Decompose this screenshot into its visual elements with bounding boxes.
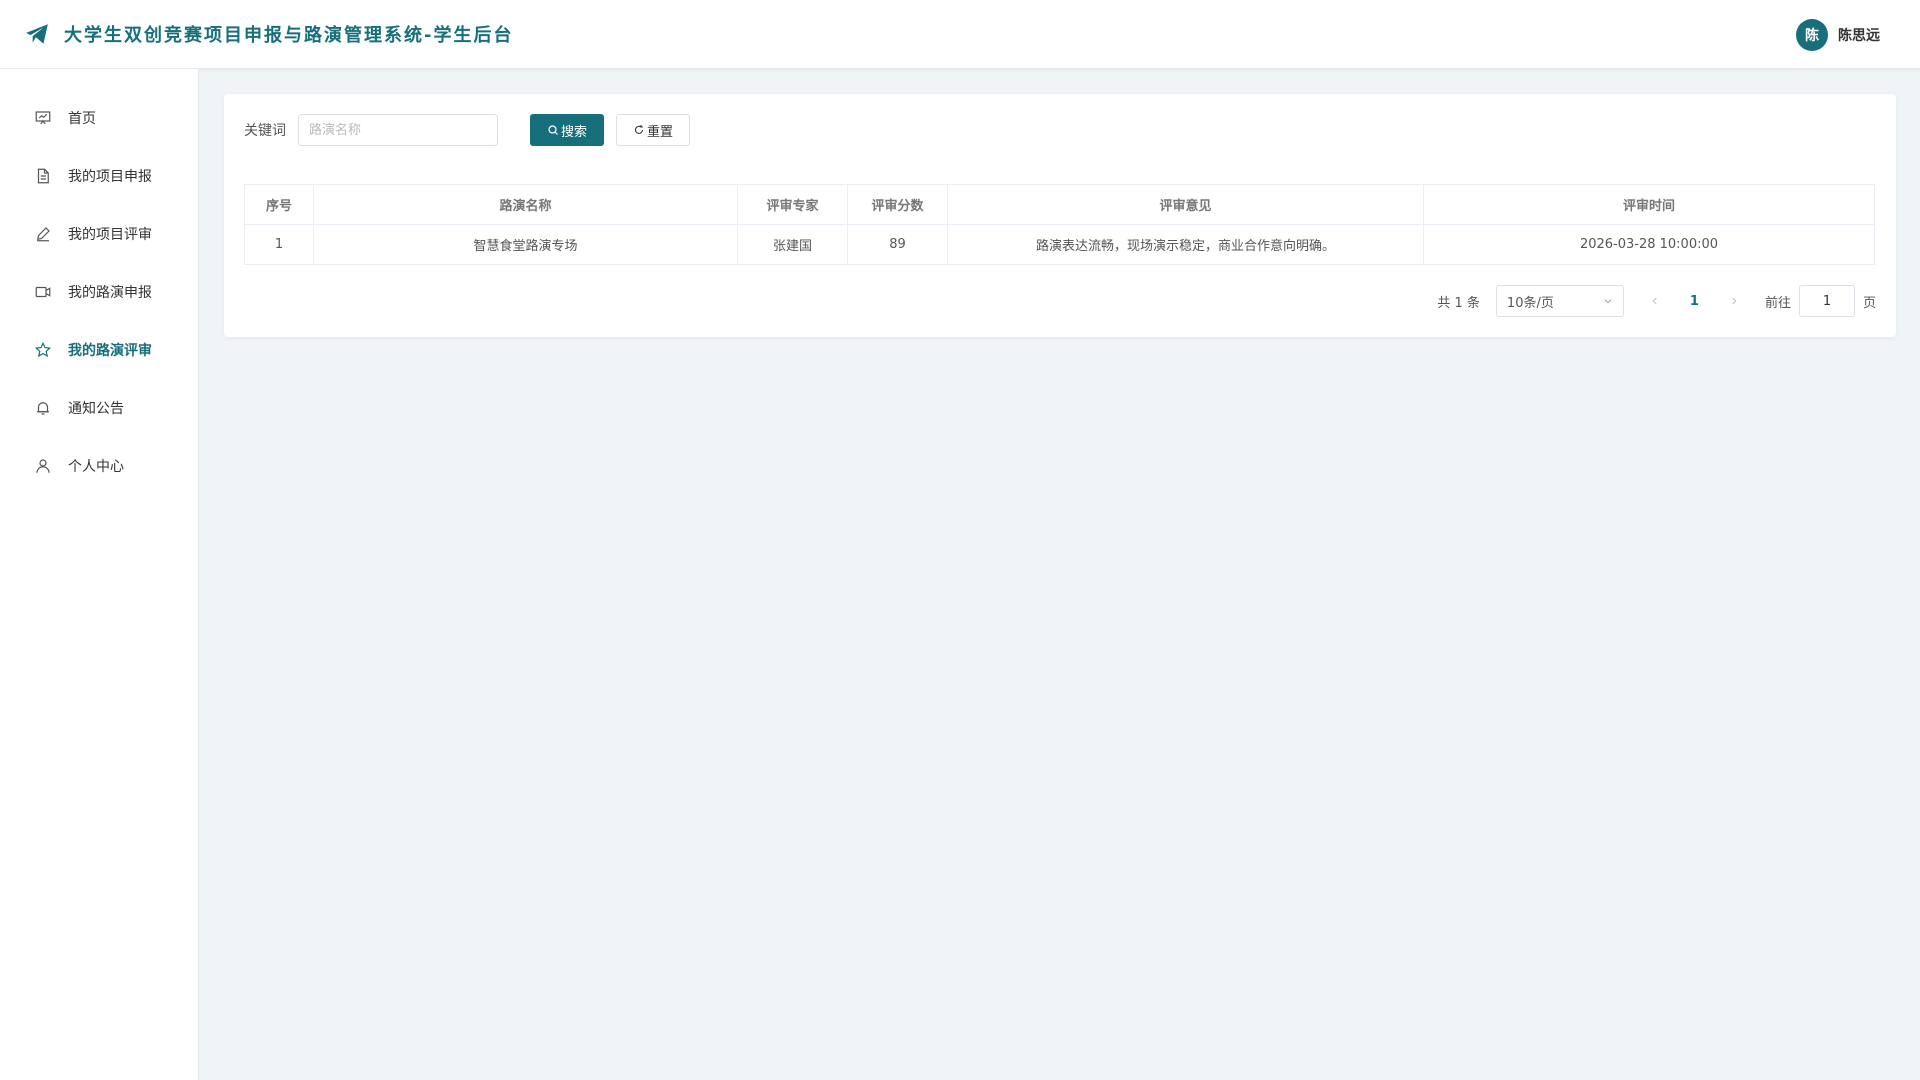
column-header: 评审意见 [947, 184, 1424, 225]
star-icon [34, 341, 52, 359]
chevron-left-icon [1652, 297, 1657, 305]
search-icon [548, 125, 558, 135]
pen-icon [34, 225, 52, 243]
column-header: 评审分数 [847, 184, 948, 225]
search-input[interactable] [298, 114, 498, 146]
table-row: 1 智慧食堂路演专场 张建国 89 路演表达流畅，现场演示稳定，商业合作意向明确… [244, 224, 1875, 265]
document-icon [34, 167, 52, 185]
sidebar: 首页 我的项目申报 我的项目评审 我的路演申报 我的路演评审 通知公告 个人中心 [0, 69, 199, 1080]
total-count: 共 1 条 [1437, 295, 1480, 311]
sidebar-item-my-roadshow-review[interactable]: 我的路演评审 [0, 321, 198, 379]
review-table: 序号 路演名称 评审专家 评审分数 评审意见 评审时间 1 智慧食堂路演专场 张… [244, 184, 1875, 265]
goto-label: 前往 [1764, 295, 1791, 311]
sidebar-item-my-project-review[interactable]: 我的项目评审 [0, 205, 198, 263]
sidebar-item-label: 我的项目评审 [68, 227, 152, 243]
sidebar-item-label: 个人中心 [68, 459, 124, 475]
sidebar-item-label: 我的路演申报 [68, 285, 152, 301]
page-size-select[interactable]: 10条/页 [1495, 285, 1624, 317]
table-cell: 智慧食堂路演专场 [313, 224, 738, 265]
sidebar-item-label: 我的路演评审 [68, 343, 152, 359]
keyword-label: 关键词 [244, 123, 286, 139]
table-cell: 1 [244, 224, 314, 265]
video-camera-icon [34, 283, 52, 301]
refresh-icon [634, 125, 644, 134]
search-bar: 关键词 搜索 重置 [244, 114, 1876, 146]
sidebar-item-home[interactable]: 首页 [0, 89, 198, 147]
sidebar-item-profile[interactable]: 个人中心 [0, 437, 198, 495]
table-cell: 89 [847, 224, 948, 265]
bell-icon [34, 399, 52, 417]
pagination: 共 1 条 10条/页 1 前往 页 [244, 285, 1876, 317]
page-number[interactable]: 1 [1690, 294, 1699, 309]
user-name[interactable]: 陈思远 [1838, 25, 1880, 45]
sidebar-item-label: 首页 [68, 111, 96, 127]
column-header: 路演名称 [313, 184, 738, 225]
sidebar-item-label: 通知公告 [68, 401, 124, 417]
column-header: 序号 [244, 184, 314, 225]
reset-button[interactable]: 重置 [616, 114, 690, 146]
page-suffix: 页 [1862, 295, 1876, 311]
app-title: 大学生双创竞赛项目申报与路演管理系统-学生后台 [64, 25, 514, 46]
table-cell: 路演表达流畅，现场演示稳定，商业合作意向明确。 [947, 224, 1424, 265]
top-header: 大学生双创竞赛项目申报与路演管理系统-学生后台 陈 陈思远 [0, 0, 1920, 69]
user-icon [34, 457, 52, 475]
goto-page-input[interactable] [1798, 285, 1855, 317]
chevron-right-icon [1732, 297, 1737, 305]
next-page-button[interactable] [1727, 294, 1741, 308]
sidebar-item-my-project-application[interactable]: 我的项目申报 [0, 147, 198, 205]
user-menu[interactable]: 陈 陈思远 [1796, 19, 1880, 51]
sidebar-item-label: 我的项目申报 [68, 169, 152, 185]
paper-plane-icon [24, 21, 50, 47]
prev-page-button[interactable] [1648, 294, 1662, 308]
main-panel: 关键词 搜索 重置 序号 路演名称 评审专家 评审分数 评审意见 评审时间 [224, 94, 1896, 337]
column-header: 评审专家 [737, 184, 848, 225]
column-header: 评审时间 [1423, 184, 1875, 225]
table-cell: 张建国 [737, 224, 848, 265]
search-button[interactable]: 搜索 [530, 114, 604, 146]
table-header-row: 序号 路演名称 评审专家 评审分数 评审意见 评审时间 [244, 184, 1875, 225]
avatar[interactable]: 陈 [1796, 19, 1828, 51]
sidebar-item-notices[interactable]: 通知公告 [0, 379, 198, 437]
chevron-down-icon [1604, 299, 1612, 304]
table-cell: 2026-03-28 10:00:00 [1423, 224, 1875, 265]
presentation-icon [34, 109, 52, 127]
sidebar-item-my-roadshow-application[interactable]: 我的路演申报 [0, 263, 198, 321]
